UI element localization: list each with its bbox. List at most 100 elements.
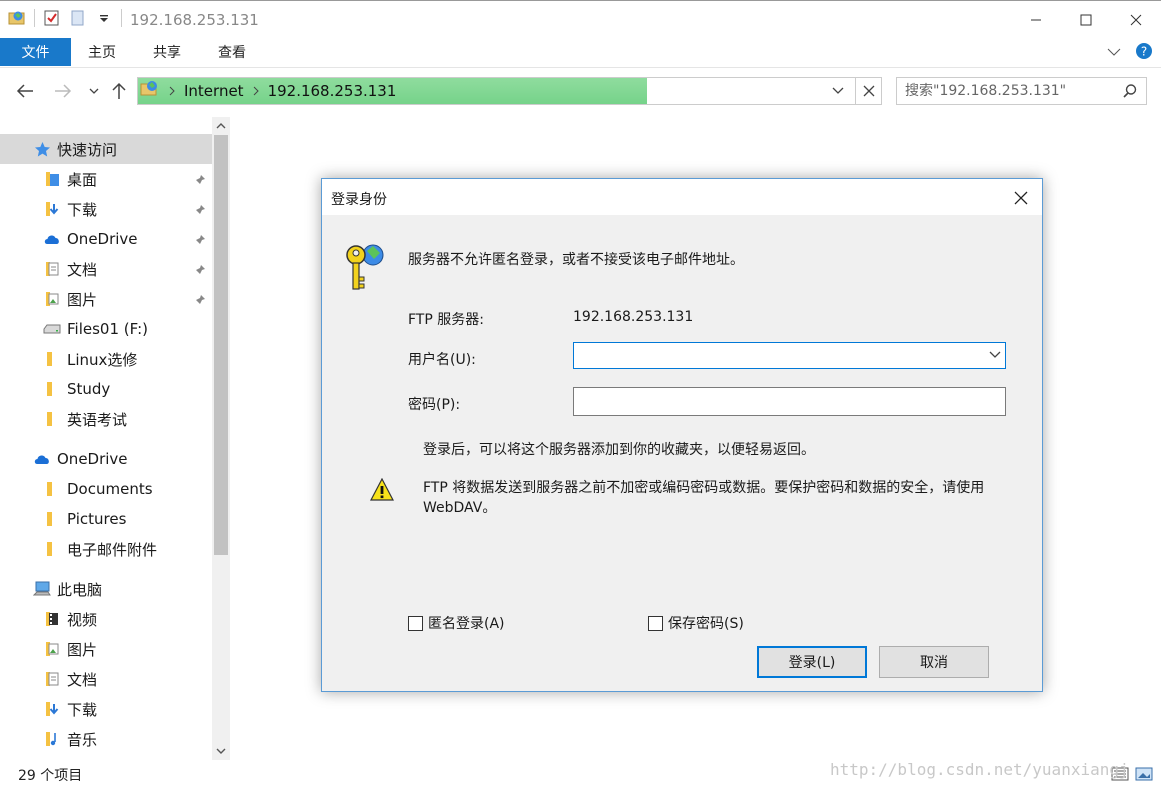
save-password-checkbox[interactable]: 保存密码(S) <box>648 613 744 633</box>
sidebar-item-pc-documents[interactable]: 文档 <box>0 664 212 694</box>
pin-icon[interactable] <box>194 262 206 280</box>
keys-icon <box>342 239 392 299</box>
favorites-info: 登录后，可以将这个服务器添加到你的收藏夹，以便轻易返回。 <box>423 442 815 458</box>
breadcrumb-item-server[interactable]: 192.168.253.131 <box>268 82 397 100</box>
address-bar[interactable]: Internet 192.168.253.131 <box>137 77 882 105</box>
desktop-folder-icon <box>43 170 61 188</box>
cloud-icon <box>43 230 61 248</box>
cancel-button[interactable]: 取消 <box>879 646 989 678</box>
large-icons-view-icon[interactable] <box>1135 766 1153 786</box>
dialog-title: 登录身份 <box>331 192 387 208</box>
pin-icon[interactable] <box>194 292 206 310</box>
tab-file[interactable]: 文件 <box>0 38 71 66</box>
recent-locations-button[interactable] <box>84 80 104 102</box>
chevron-down-icon <box>832 87 844 94</box>
sidebar-item-email-attachments[interactable]: 电子邮件附件 <box>0 534 212 564</box>
cloud-icon <box>33 450 51 468</box>
minimize-button[interactable] <box>1011 1 1061 39</box>
pin-icon[interactable] <box>194 232 206 250</box>
sidebar-item-onedrive-pictures[interactable]: Pictures <box>0 504 212 534</box>
pin-icon[interactable] <box>194 202 206 220</box>
checkbox-box[interactable] <box>408 615 423 631</box>
tab-home[interactable]: 主页 <box>88 38 116 66</box>
sidebar-item-onedrive-pinned[interactable]: OneDrive <box>0 224 212 254</box>
dialog-close-button[interactable] <box>1008 185 1034 211</box>
search-icon[interactable] <box>1122 83 1138 103</box>
search-box[interactable] <box>896 77 1147 105</box>
folder-icon <box>43 510 61 528</box>
maximize-button[interactable] <box>1061 1 1111 39</box>
music-folder-icon <box>43 730 61 748</box>
back-button[interactable] <box>15 80 35 102</box>
up-button[interactable] <box>109 80 129 102</box>
pin-icon[interactable] <box>194 172 206 190</box>
sidebar-item-onedrive-documents[interactable]: Documents <box>0 474 212 504</box>
scroll-down-button[interactable] <box>212 742 230 760</box>
address-history-dropdown[interactable] <box>825 78 851 104</box>
close-window-button[interactable] <box>1111 1 1161 39</box>
username-label: 用户名(U): <box>408 352 476 368</box>
forward-arrow-icon <box>55 84 72 98</box>
sidebar-item-pictures-pinned[interactable]: 图片 <box>0 284 212 314</box>
username-combobox[interactable] <box>573 342 1006 369</box>
anonymous-login-checkbox[interactable]: 匿名登录(A) <box>408 613 505 633</box>
search-input[interactable] <box>897 78 1117 104</box>
save-password-label: 保存密码(S) <box>668 616 744 632</box>
tab-view[interactable]: 查看 <box>218 38 246 66</box>
network-folder-icon <box>8 9 26 27</box>
tab-share[interactable]: 共享 <box>153 38 181 66</box>
security-warning: FTP 将数据发送到服务器之前不加密或编码密码或数据。要保护密码和数据的安全，请… <box>423 480 985 516</box>
sidebar-item-documents-pinned[interactable]: 文档 <box>0 254 212 284</box>
scroll-up-button[interactable] <box>212 117 230 135</box>
ftp-server-value: 192.168.253.131 <box>573 309 694 325</box>
close-icon <box>863 85 874 97</box>
properties-icon[interactable] <box>43 9 61 27</box>
login-button[interactable]: 登录(L) <box>757 646 867 678</box>
computer-icon <box>33 580 51 598</box>
sidebar-item-linux[interactable]: Linux选修 <box>0 344 212 374</box>
sidebar-item-downloads[interactable]: 下载 <box>0 194 212 224</box>
sidebar-item-study[interactable]: Study <box>0 374 212 404</box>
customize-toolbar-dropdown-icon[interactable] <box>95 9 113 27</box>
ftp-server-label: FTP 服务器: <box>408 312 484 328</box>
sidebar-item-onedrive[interactable]: OneDrive <box>0 444 212 474</box>
new-folder-icon[interactable] <box>69 9 87 27</box>
dialog-message: 服务器不允许匿名登录，或者不接受该电子邮件地址。 <box>408 252 744 268</box>
star-icon <box>33 140 51 158</box>
chevron-down-icon[interactable] <box>989 348 1001 364</box>
sidebar-item-desktop[interactable]: 桌面 <box>0 164 212 194</box>
password-field[interactable] <box>573 387 1006 416</box>
close-icon <box>1014 191 1028 205</box>
sidebar-item-pc-pictures[interactable]: 图片 <box>0 634 212 664</box>
sidebar-item-drive-f[interactable]: Files01 (F:) <box>0 314 212 344</box>
ribbon-tabs: 文件 主页 共享 查看 ? <box>0 38 1161 68</box>
sidebar-item-this-pc[interactable]: 此电脑 <box>0 574 212 604</box>
breadcrumb-separator-icon[interactable] <box>168 82 176 100</box>
checkbox-box[interactable] <box>648 615 663 631</box>
scroll-thumb[interactable] <box>214 135 228 555</box>
navigation-pane-scrollbar[interactable] <box>212 117 230 760</box>
sidebar-item-quick-access[interactable]: 快速访问 <box>0 134 212 164</box>
warning-icon <box>370 477 394 506</box>
stop-loading-button[interactable] <box>855 78 881 104</box>
password-label: 密码(P): <box>408 397 461 413</box>
up-arrow-icon <box>112 82 126 99</box>
breadcrumb-item-internet[interactable]: Internet <box>184 82 244 100</box>
password-input[interactable] <box>574 388 999 415</box>
navigation-pane: 快速访问 桌面 下载 OneDrive 文档 图片 Files01 (F:) L… <box>0 117 212 760</box>
username-input[interactable] <box>574 343 979 368</box>
sidebar-item-videos[interactable]: 视频 <box>0 604 212 634</box>
forward-button[interactable] <box>53 80 73 102</box>
sidebar-item-music[interactable]: 音乐 <box>0 724 212 754</box>
breadcrumb-separator-icon[interactable] <box>252 82 260 100</box>
item-count: 29 个项目 <box>18 768 83 784</box>
close-icon <box>1130 14 1142 26</box>
document-folder-icon <box>43 260 61 278</box>
sidebar-item-pc-downloads[interactable]: 下载 <box>0 694 212 724</box>
video-folder-icon <box>43 610 61 628</box>
expand-ribbon-icon[interactable] <box>1107 45 1121 61</box>
sidebar-item-english-exam[interactable]: 英语考试 <box>0 404 212 434</box>
help-icon[interactable]: ? <box>1135 42 1153 64</box>
folder-icon <box>43 410 61 428</box>
dialog-title-bar: 登录身份 <box>322 179 1042 215</box>
